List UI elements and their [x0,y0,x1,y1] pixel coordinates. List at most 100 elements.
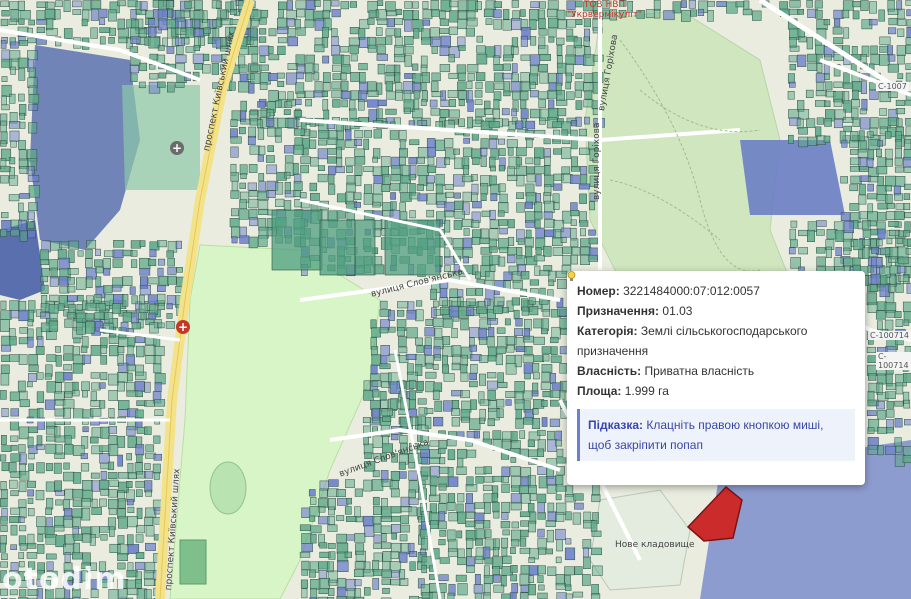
parcel[interactable] [390,192,396,200]
parcel[interactable] [457,297,464,308]
parcel[interactable] [64,534,76,544]
parcel[interactable] [439,28,450,34]
parcel[interactable] [496,408,504,418]
parcel[interactable] [144,589,152,599]
parcel[interactable] [796,54,807,67]
parcel[interactable] [420,538,428,551]
parcel[interactable] [90,8,99,21]
parcel[interactable] [381,184,390,192]
parcel[interactable] [9,391,20,402]
parcel[interactable] [77,250,84,257]
parcel[interactable] [287,63,298,70]
parcel[interactable] [148,258,157,267]
parcel[interactable] [523,363,533,374]
parcel[interactable] [887,45,893,56]
parcel[interactable] [239,235,250,244]
parcel[interactable] [555,556,562,564]
parcel[interactable] [283,109,291,115]
parcel[interactable] [230,119,238,127]
parcel[interactable] [19,230,28,242]
parcel[interactable] [465,511,476,519]
parcel[interactable] [885,131,892,139]
parcel[interactable] [499,246,509,254]
parcel[interactable] [19,327,29,334]
parcel[interactable] [487,389,496,401]
parcel[interactable] [449,99,456,107]
parcel[interactable] [476,35,483,43]
parcel[interactable] [99,526,110,533]
parcel[interactable] [18,0,25,12]
parcel[interactable] [556,457,567,464]
parcel[interactable] [100,354,108,365]
parcel[interactable] [543,211,553,219]
parcel[interactable] [63,28,73,40]
parcel[interactable] [0,175,9,184]
parcel[interactable] [406,309,417,320]
parcel[interactable] [535,247,542,255]
parcel[interactable] [346,165,353,173]
parcel[interactable] [816,220,827,227]
parcel[interactable] [154,399,166,407]
parcel[interactable] [36,462,45,474]
parcel[interactable] [54,435,66,443]
parcel[interactable] [742,8,753,16]
parcel[interactable] [134,380,145,392]
parcel[interactable] [409,210,416,219]
parcel[interactable] [18,337,29,345]
parcel[interactable] [95,248,101,256]
parcel[interactable] [540,382,551,391]
parcel[interactable] [507,166,515,177]
parcel[interactable] [541,417,548,427]
parcel[interactable] [64,444,74,455]
parcel[interactable] [212,19,222,28]
parcel[interactable] [109,479,119,487]
parcel[interactable] [9,310,20,319]
parcel[interactable] [157,284,166,292]
parcel[interactable] [293,144,304,155]
parcel[interactable] [859,166,869,172]
parcel[interactable] [176,45,184,55]
parcel[interactable] [107,461,115,471]
parcel[interactable] [63,407,71,419]
parcel[interactable] [806,37,814,50]
parcel[interactable] [543,138,551,145]
parcel[interactable] [438,466,450,474]
parcel[interactable] [570,210,580,217]
parcel[interactable] [112,258,123,268]
parcel[interactable] [860,81,867,94]
parcel[interactable] [55,346,61,353]
parcel[interactable] [448,72,458,79]
parcel[interactable] [862,229,872,238]
parcel[interactable] [447,439,457,447]
parcel[interactable] [394,28,402,38]
parcel[interactable] [849,203,860,211]
parcel[interactable] [467,73,475,81]
parcel[interactable] [336,489,346,498]
parcel[interactable] [471,148,482,159]
parcel[interactable] [445,191,454,198]
parcel[interactable] [158,18,168,31]
parcel[interactable] [117,372,128,383]
parcel[interactable] [10,229,20,237]
parcel[interactable] [240,100,247,112]
parcel[interactable] [380,300,388,309]
parcel[interactable] [36,391,45,403]
parcel[interactable] [480,228,489,240]
parcel[interactable] [469,344,477,352]
parcel[interactable] [439,10,446,19]
parcel[interactable] [367,90,379,97]
parcel[interactable] [82,0,93,11]
parcel[interactable] [185,27,194,38]
parcel[interactable] [465,493,473,504]
parcel[interactable] [493,64,504,71]
parcel[interactable] [231,208,239,217]
parcel[interactable] [421,564,427,574]
parcel[interactable] [301,560,310,571]
parcel[interactable] [145,10,154,18]
parcel[interactable] [140,312,147,321]
parcel[interactable] [399,148,408,158]
parcel[interactable] [301,507,311,518]
parcel[interactable] [166,303,173,310]
parcel[interactable] [535,174,542,187]
parcel[interactable] [390,578,401,586]
